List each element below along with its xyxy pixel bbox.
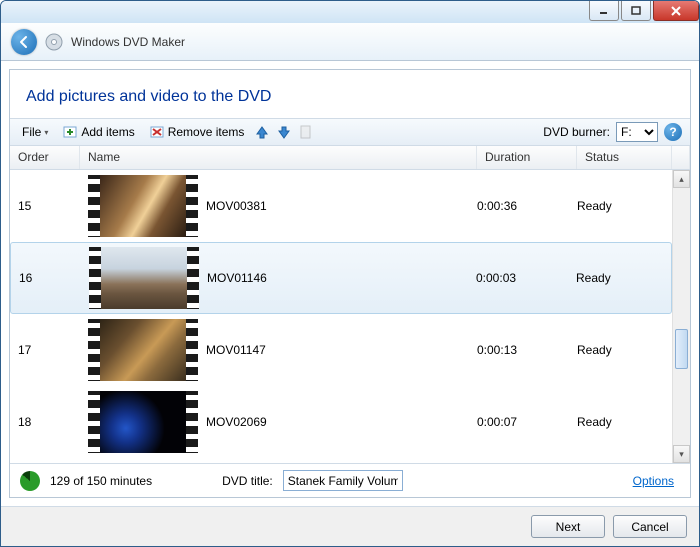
scroll-up-button[interactable]: ▴ — [673, 170, 690, 188]
header-order[interactable]: Order — [10, 146, 80, 169]
burner-label: DVD burner: — [543, 125, 610, 139]
close-button[interactable] — [653, 1, 699, 21]
disc-usage-icon — [20, 471, 40, 491]
header-status[interactable]: Status — [577, 146, 672, 169]
item-status: Ready — [577, 199, 672, 213]
burner-select[interactable]: F: — [616, 122, 658, 142]
item-thumbnail — [88, 391, 198, 453]
item-status: Ready — [577, 415, 672, 429]
remove-icon — [149, 124, 165, 140]
nav-bar: Windows DVD Maker — [1, 23, 699, 61]
add-items-button[interactable]: Add items — [58, 122, 138, 142]
next-button[interactable]: Next — [531, 515, 605, 538]
scroll-down-button[interactable]: ▾ — [673, 445, 690, 463]
add-icon — [62, 124, 78, 140]
dvd-title-input[interactable] — [283, 470, 403, 491]
list-item[interactable]: 16 MOV011460:00:03Ready — [10, 242, 672, 314]
item-thumbnail — [89, 247, 199, 309]
list-item[interactable]: 15 MOV003810:00:36Ready — [10, 170, 672, 242]
list-item[interactable]: 17 MOV011470:00:13Ready — [10, 314, 672, 386]
item-duration: 0:00:03 — [476, 271, 576, 285]
scroll-thumb[interactable] — [675, 329, 688, 369]
toolbar: File ▾ Add items Remove items — [10, 118, 690, 146]
item-order: 16 — [11, 271, 81, 285]
app-title: Windows DVD Maker — [71, 35, 185, 49]
item-order: 17 — [10, 343, 80, 357]
item-duration: 0:00:13 — [477, 343, 577, 357]
dvd-maker-window: Windows DVD Maker Add pictures and video… — [0, 0, 700, 547]
list-header: Order Name Duration Status — [10, 146, 690, 170]
move-down-button[interactable] — [276, 124, 292, 140]
header-scroll-spacer — [672, 146, 690, 169]
item-duration: 0:00:36 — [477, 199, 577, 213]
item-status: Ready — [577, 343, 672, 357]
item-name: MOV01147 — [206, 343, 477, 357]
item-order: 15 — [10, 199, 80, 213]
minimize-button[interactable] — [589, 1, 619, 21]
window-titlebar — [1, 1, 699, 23]
file-menu[interactable]: File ▾ — [18, 123, 52, 141]
list-item[interactable]: 18 MOV020690:00:07Ready — [10, 386, 672, 458]
footer-bar: 129 of 150 minutes DVD title: Options — [10, 463, 690, 497]
add-items-label: Add items — [81, 125, 134, 139]
file-menu-label: File — [22, 125, 41, 139]
disc-usage-text: 129 of 150 minutes — [50, 474, 152, 488]
header-duration[interactable]: Duration — [477, 146, 577, 169]
scroll-track[interactable] — [673, 188, 690, 445]
dvd-title-label: DVD title: — [222, 474, 273, 488]
content-pane: Add pictures and video to the DVD File ▾… — [9, 69, 691, 498]
vertical-scrollbar[interactable]: ▴ ▾ — [672, 170, 690, 463]
item-thumbnail — [88, 319, 198, 381]
maximize-button[interactable] — [621, 1, 651, 21]
item-name: MOV02069 — [206, 415, 477, 429]
item-thumbnail — [88, 175, 198, 237]
cancel-button[interactable]: Cancel — [613, 515, 687, 538]
options-link[interactable]: Options — [633, 474, 680, 488]
properties-button[interactable] — [298, 124, 314, 140]
item-duration: 0:00:07 — [477, 415, 577, 429]
app-icon — [45, 33, 63, 51]
remove-items-label: Remove items — [168, 125, 245, 139]
button-bar: Next Cancel — [1, 506, 699, 546]
header-name[interactable]: Name — [80, 146, 477, 169]
move-up-button[interactable] — [254, 124, 270, 140]
help-button[interactable]: ? — [664, 123, 682, 141]
item-status: Ready — [576, 271, 671, 285]
item-name: MOV00381 — [206, 199, 477, 213]
item-list: 15MOV003810:00:36Ready16MOV011460:00:03R… — [10, 170, 690, 463]
page-heading: Add pictures and video to the DVD — [10, 70, 690, 118]
item-name: MOV01146 — [207, 271, 476, 285]
chevron-down-icon: ▾ — [44, 128, 48, 137]
remove-items-button[interactable]: Remove items — [145, 122, 249, 142]
back-button[interactable] — [11, 29, 37, 55]
item-order: 18 — [10, 415, 80, 429]
